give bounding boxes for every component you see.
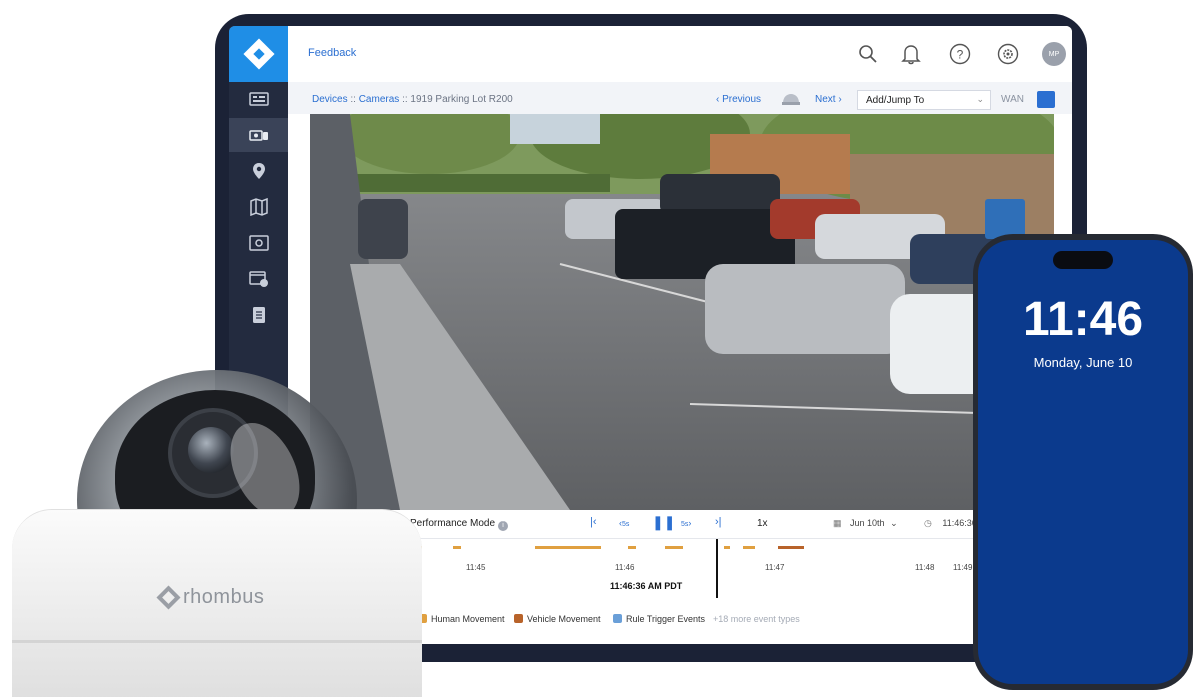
event-marker[interactable]: [665, 546, 683, 549]
avatar[interactable]: MP: [1042, 42, 1066, 66]
network-icon[interactable]: [1037, 91, 1055, 108]
brand-mark-icon: [156, 585, 181, 610]
gear-icon: [997, 43, 1019, 65]
checkbox-icon: [514, 614, 523, 623]
breadcrumb-devices[interactable]: Devices: [312, 94, 348, 105]
event-marker[interactable]: [628, 546, 636, 549]
performance-mode-toggle[interactable]: Performance Mode i: [410, 518, 509, 531]
skip-forward-icon: ›|: [715, 516, 722, 528]
search-icon: [859, 45, 877, 63]
jump-to-value: Add/Jump To: [866, 95, 925, 106]
phone-lock-screen: 11:46 Monday, June 10: [978, 240, 1188, 684]
info-icon[interactable]: i: [498, 521, 509, 531]
camera-lens: [188, 427, 234, 473]
event-marker[interactable]: [535, 546, 601, 549]
dashboard-icon: [248, 92, 269, 106]
chevron-down-icon: ⌄: [976, 94, 984, 104]
next-label: Next: [815, 94, 836, 105]
sidebar-item-locations[interactable]: [229, 154, 288, 188]
map-icon: [249, 198, 268, 216]
legend-label: Human Movement: [431, 614, 505, 624]
logo-icon: [242, 38, 275, 70]
location-pin-icon: [252, 163, 265, 179]
brand-logo: rhombus: [156, 585, 265, 610]
camera-seam: [12, 640, 422, 643]
notifications-button[interactable]: [897, 40, 925, 68]
chevron-right-icon: ›: [835, 94, 842, 105]
sidebar-item-cameras[interactable]: [229, 118, 288, 152]
help-button[interactable]: ?: [946, 40, 974, 68]
lock-screen-date: Monday, June 10: [1033, 355, 1133, 370]
help-icon: ?: [949, 43, 971, 65]
search-button[interactable]: [854, 40, 882, 68]
date-picker[interactable]: ▦ Jun 10th ⌄: [833, 518, 898, 529]
feedback-link[interactable]: Feedback: [308, 47, 356, 59]
skip-back-icon: |‹: [590, 516, 597, 528]
settings-button[interactable]: [994, 40, 1022, 68]
date-value: Jun 10th: [850, 518, 885, 528]
clock-icon: ◷: [924, 518, 932, 528]
bell-icon: [901, 45, 921, 65]
chevron-down-icon: ⌄: [890, 518, 898, 528]
legend-label: Rule Trigger Events: [626, 614, 706, 624]
sidebar-item-clips[interactable]: [229, 262, 288, 296]
dynamic-island: [1053, 251, 1113, 269]
breadcrumb-bar: Devices :: Cameras :: 1919 Parking Lot R…: [288, 82, 1072, 114]
checkbox-icon: [613, 614, 622, 623]
app-logo[interactable]: [229, 26, 288, 82]
rewind-5s-button[interactable]: ‹5s: [619, 518, 629, 528]
camera-model-icon: [782, 94, 800, 105]
pause-button[interactable]: ❚❚: [652, 514, 675, 531]
camera-video-feed[interactable]: [310, 114, 1054, 510]
network-label: WAN: [1001, 94, 1024, 105]
sidebar-item-dashboard[interactable]: [229, 82, 288, 116]
event-marker[interactable]: [724, 546, 730, 549]
legend-label: Vehicle Movement: [527, 614, 601, 624]
previous-label: Previous: [722, 94, 762, 105]
breadcrumb-cameras[interactable]: Cameras: [359, 94, 400, 105]
timeline-tick: 11:49: [953, 563, 973, 572]
reports-icon: [252, 307, 265, 323]
cameras-icon: [248, 130, 268, 141]
current-timestamp: 11:46:36 AM PDT: [610, 581, 683, 591]
video-wall-icon: [248, 235, 269, 251]
forward-icon: ›: [688, 518, 692, 528]
skip-to-start-button[interactable]: |‹: [590, 516, 597, 528]
next-camera-button[interactable]: Next ›: [815, 94, 842, 105]
timeline-tick: 11:46: [615, 563, 635, 572]
breadcrumb-separator: ::: [402, 94, 408, 105]
event-marker[interactable]: [453, 546, 461, 549]
sidebar-item-video-wall[interactable]: [229, 226, 288, 260]
timeline-tick: 11:48: [915, 563, 935, 572]
playhead[interactable]: [716, 539, 718, 599]
rewind-label: 5s: [622, 521, 630, 528]
timeline-tick: 11:47: [765, 563, 785, 572]
breadcrumb-separator: ::: [350, 94, 356, 105]
lock-screen-time: 11:46: [1022, 293, 1144, 346]
legend-human-movement[interactable]: Human Movement: [418, 614, 505, 624]
sidebar-item-reports[interactable]: [229, 298, 288, 332]
svg-text:?: ?: [957, 48, 964, 62]
previous-camera-button[interactable]: ‹ Previous: [716, 94, 761, 105]
calendar-icon: ▦: [833, 518, 842, 528]
more-event-types-link[interactable]: +18 more event types: [713, 614, 800, 624]
event-marker[interactable]: [743, 546, 755, 549]
sidebar-item-map[interactable]: [229, 190, 288, 224]
breadcrumb: Devices :: Cameras :: 1919 Parking Lot R…: [312, 94, 513, 105]
forward-5s-button[interactable]: 5s›: [681, 518, 691, 528]
jump-to-select[interactable]: Add/Jump To ⌄: [857, 90, 991, 110]
legend-vehicle-movement[interactable]: Vehicle Movement: [514, 614, 601, 624]
legend-rule-trigger-events[interactable]: Rule Trigger Events: [613, 614, 705, 624]
brand-name: rhombus: [183, 586, 265, 608]
skip-to-end-button[interactable]: ›|: [715, 516, 722, 528]
pause-icon: ❚❚: [652, 514, 676, 530]
playback-speed[interactable]: 1x: [757, 518, 768, 529]
performance-mode-label: Performance Mode: [410, 518, 496, 529]
top-bar: Feedback ? MP: [288, 26, 1072, 82]
parking-lot-scene: [310, 114, 1054, 510]
clips-icon: [248, 271, 268, 287]
event-marker[interactable]: [778, 546, 804, 549]
timeline-tick: 11:45: [466, 563, 486, 572]
breadcrumb-camera-name: 1919 Parking Lot R200: [410, 94, 513, 105]
